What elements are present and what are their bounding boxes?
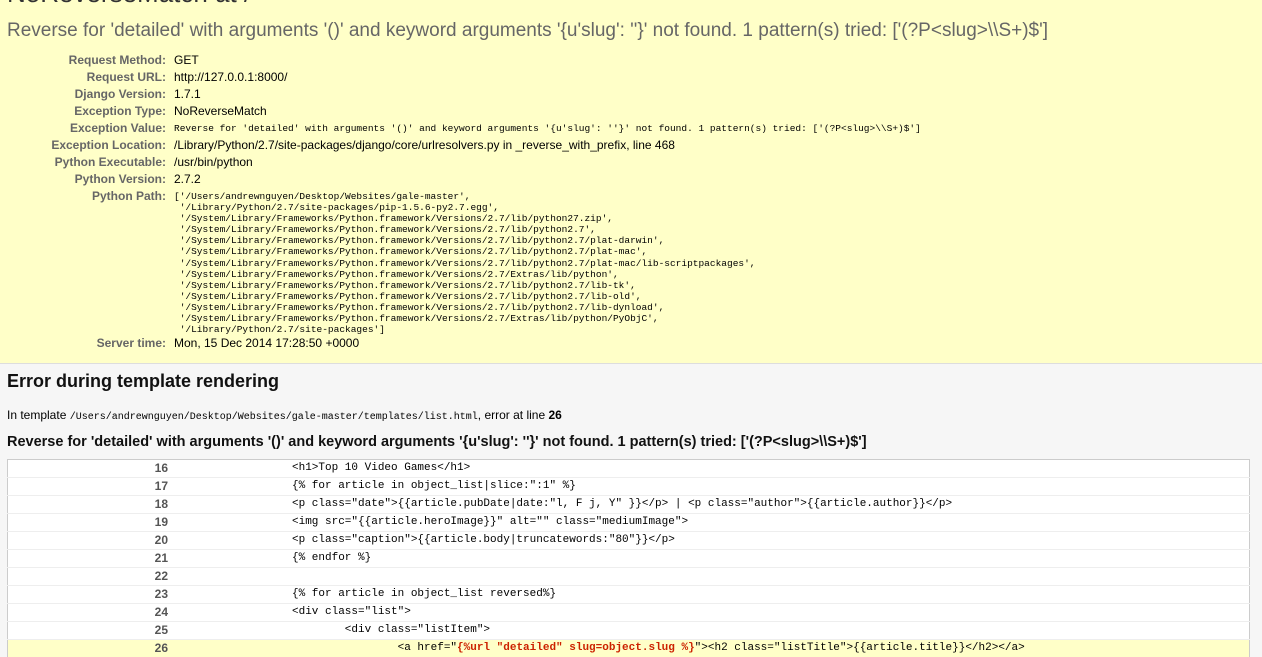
line-code: <div class="list">	[168, 603, 1250, 622]
line-number: 25	[7, 621, 168, 640]
exception-location-value: /Library/Python/2.7/site-packages/django…	[174, 138, 675, 152]
line-number: 26	[7, 639, 168, 657]
line-code: <h1>Top 10 Video Games</h1>	[168, 459, 1250, 478]
line-code: <img src="{{article.heroImage}}" alt="" …	[168, 513, 1250, 532]
django-version-label: Django Version:	[74, 87, 166, 101]
line-number: 24	[7, 603, 168, 622]
line-number: 17	[7, 477, 168, 496]
error-summary: NoReverseMatch at / Reverse for 'detaile…	[0, 0, 1262, 364]
python-executable-label: Python Executable:	[54, 155, 166, 169]
exception-subtitle: Reverse for 'detailed' with arguments '(…	[7, 20, 1049, 41]
source-line: 16 <h1>Top 10 Video Games</h1>	[7, 459, 1250, 478]
request-method-value: GET	[174, 53, 199, 67]
meta-row: Python Executable: /usr/bin/python	[0, 154, 1262, 171]
line-number: 20	[7, 531, 168, 550]
meta-row: Exception Location: /Library/Python/2.7/…	[0, 137, 1262, 154]
meta-row: Python Version: 2.7.2	[0, 171, 1262, 188]
template-error-section: Error during template rendering In templ…	[0, 364, 1262, 657]
template-error-message: Reverse for 'detailed' with arguments '(…	[7, 434, 867, 450]
exception-type-label: Exception Type:	[74, 104, 166, 118]
source-line: 19 <img src="{{article.heroImage}}" alt="…	[7, 513, 1250, 532]
server-time-value: Mon, 15 Dec 2014 17:28:50 +0000	[174, 336, 360, 351]
line-code: <p class="date">{{article.pubDate|date:"…	[168, 495, 1250, 514]
source-line: 24 <div class="list">	[7, 603, 1250, 622]
django-version-value: 1.7.1	[174, 87, 201, 101]
meta-row: Request Method: GET	[0, 52, 1262, 69]
error-template-tag: {%url "detailed" slug=object.slug %}	[457, 642, 695, 654]
template-path: /Users/andrewnguyen/Desktop/Websites/gal…	[69, 412, 478, 423]
template-location: In template /Users/andrewnguyen/Desktop/…	[7, 408, 562, 423]
error-at-line-text: , error at line	[477, 408, 546, 422]
exception-type-value: NoReverseMatch	[174, 104, 267, 118]
meta-row: Server time: Mon, 15 Dec 2014 17:28:50 +…	[0, 335, 1262, 352]
source-line: 20 <p class="caption">{{article.body|trun…	[7, 531, 1250, 550]
python-executable-value: /usr/bin/python	[174, 155, 253, 169]
request-meta-table: Request Method: GET Request URL: http://…	[0, 52, 1262, 352]
source-line: 26 <a href="{%url "detailed" slug=object…	[7, 639, 1250, 657]
source-code-table: 16 <h1>Top 10 Video Games</h1> 17 {% for ar…	[7, 459, 1250, 657]
meta-row: Request URL: http://127.0.0.1:8000/	[0, 69, 1262, 86]
line-code: {% endfor %}	[168, 549, 1250, 568]
in-template-prefix: In template	[7, 408, 67, 422]
python-version-value: 2.7.2	[174, 172, 201, 186]
exception-value-label: Exception Value:	[69, 121, 166, 135]
code-after-error: "><h2 class="listTitle">{{article.title}…	[694, 642, 1025, 654]
line-code	[168, 567, 1250, 586]
source-line: 22	[7, 567, 1250, 586]
python-path-cell: ['/Users/andrewnguyen/Desktop/Websites/g…	[174, 188, 1262, 335]
python-version-label: Python Version:	[74, 172, 166, 186]
source-line: 21 {% endfor %}	[7, 549, 1250, 568]
line-code: <p class="caption">{{article.body|trunca…	[168, 531, 1250, 550]
source-line: 23 {% for article in object_list reversed…	[7, 585, 1250, 604]
meta-row: Django Version: 1.7.1	[0, 86, 1262, 103]
meta-row: Exception Type: NoReverseMatch	[0, 103, 1262, 120]
template-error-heading: Error during template rendering	[7, 371, 280, 391]
source-line: 17 {% for article in object_list|slice:":…	[7, 477, 1250, 496]
line-number: 18	[7, 495, 168, 514]
meta-row: Exception Value: Reverse for 'detailed' …	[0, 120, 1262, 137]
line-number: 22	[7, 567, 168, 586]
meta-row: Python Path: ['/Users/andrewnguyen/Deskt…	[0, 188, 1262, 335]
code-before-error: <a href="	[292, 642, 458, 654]
source-line: 18 <p class="date">{{article.pubDate|date…	[7, 495, 1250, 514]
line-code: <div class="listItem">	[168, 621, 1250, 640]
line-number: 21	[7, 549, 168, 568]
error-line-number: 26	[548, 408, 562, 422]
line-number: 16	[7, 459, 168, 478]
request-method-label: Request Method:	[68, 53, 166, 67]
server-time-label: Server time:	[96, 336, 166, 351]
line-number: 23	[7, 585, 168, 604]
python-path-label: Python Path:	[92, 189, 166, 203]
python-path-value: ['/Users/andrewnguyen/Desktop/Websites/g…	[174, 191, 756, 336]
line-number: 19	[7, 513, 168, 532]
line-code: <a href="{%url "detailed" slug=object.sl…	[168, 639, 1250, 657]
source-line: 25 <div class="listItem">	[7, 621, 1250, 640]
line-code: {% for article in object_list reversed%}	[168, 585, 1250, 604]
exception-value-value: Reverse for 'detailed' with arguments '(…	[174, 123, 921, 134]
exception-location-label: Exception Location:	[51, 138, 166, 152]
request-url-label: Request URL:	[86, 70, 166, 84]
line-code: {% for article in object_list|slice:":1"…	[168, 477, 1250, 496]
request-url-value: http://127.0.0.1:8000/	[174, 70, 288, 84]
page-title: NoReverseMatch at /	[7, 0, 251, 9]
